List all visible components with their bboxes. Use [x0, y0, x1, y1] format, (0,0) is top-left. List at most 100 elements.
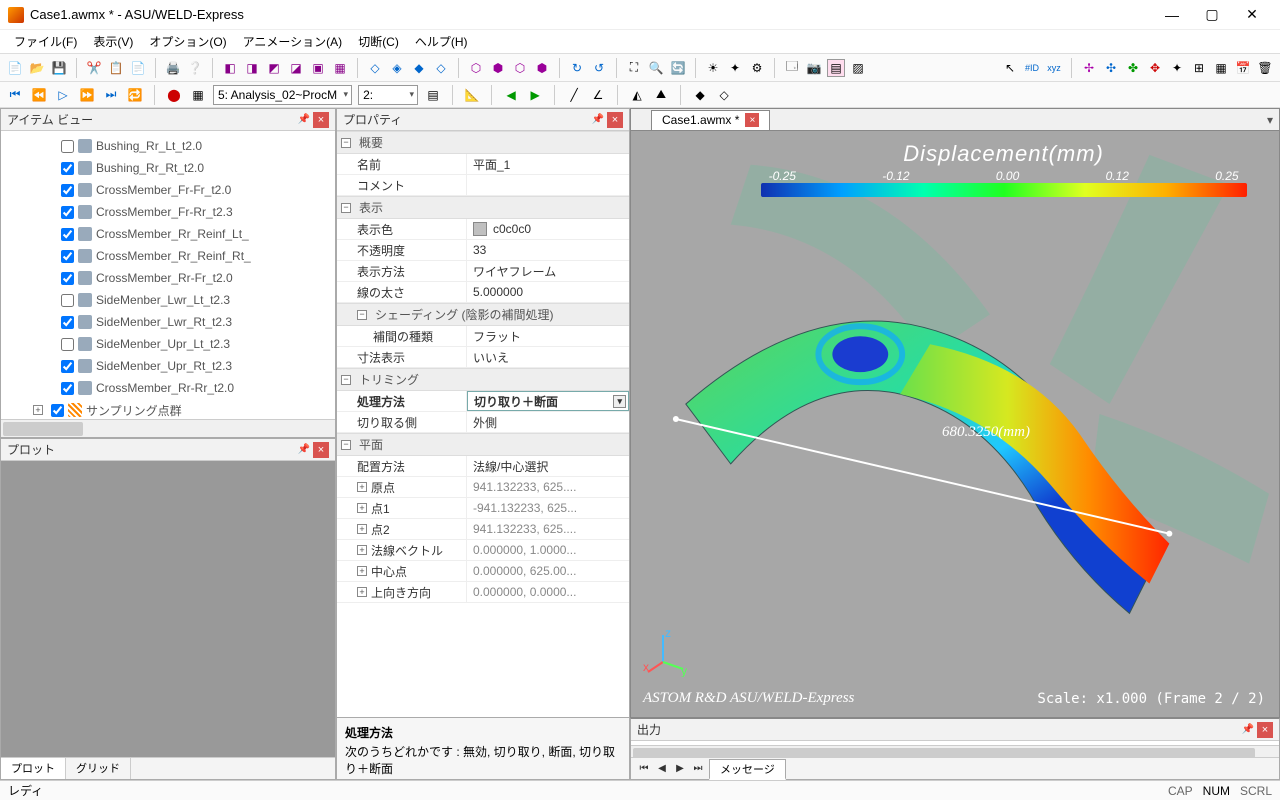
save-icon[interactable]: 💾 — [50, 59, 68, 77]
copy-icon[interactable]: 📋 — [107, 59, 125, 77]
last-msg-icon[interactable]: ⏭ — [691, 763, 705, 774]
cube2-icon[interactable]: ◨ — [243, 59, 261, 77]
cube4-icon[interactable]: ◪ — [287, 59, 305, 77]
pin-icon[interactable]: 📌 — [1241, 723, 1255, 737]
output-body[interactable] — [631, 741, 1279, 757]
tree-checkbox[interactable] — [61, 184, 74, 197]
analysis-select[interactable]: 5: Analysis_02~ProcM — [213, 85, 352, 105]
section-trimming[interactable]: トリミング — [359, 371, 419, 388]
measure-a-icon[interactable]: 📐 — [463, 86, 481, 104]
open-icon[interactable]: 📂 — [28, 59, 46, 77]
prop-procmethod-val[interactable]: 切り取り＋断面▾ — [467, 391, 629, 411]
zoom-icon[interactable]: 🔍 — [647, 59, 665, 77]
first-msg-icon[interactable]: ⏮ — [637, 763, 651, 774]
tree-item[interactable]: Bushing_Rr_Rt_t2.0 — [3, 157, 333, 179]
prop-p1-val[interactable]: -941.132233, 625... — [467, 498, 629, 518]
prop-intkind-val[interactable]: フラット — [467, 326, 629, 346]
prop-dimshow-val[interactable]: いいえ — [467, 347, 629, 367]
tree-item[interactable]: CrossMember_Rr-Rr_t2.0 — [3, 377, 333, 399]
tool-a-icon[interactable]: ☀ — [704, 59, 722, 77]
tree-item[interactable]: CrossMember_Rr-Fr_t2.0 — [3, 267, 333, 289]
close-doc-icon[interactable]: × — [745, 113, 759, 127]
section-plane[interactable]: 平面 — [359, 436, 383, 453]
wire7-icon[interactable]: ⬡ — [511, 59, 529, 77]
tree-checkbox[interactable] — [61, 250, 74, 263]
camera-icon[interactable]: 📷 — [805, 59, 823, 77]
prop-name-val[interactable]: 平面_1 — [467, 154, 629, 174]
node4-icon[interactable]: ✥ — [1146, 59, 1164, 77]
prev-msg-icon[interactable]: ◀ — [655, 763, 669, 774]
tree-checkbox[interactable] — [61, 272, 74, 285]
tree-checkbox[interactable] — [61, 162, 74, 175]
minimize-button[interactable]: — — [1152, 1, 1192, 29]
chevron-down-icon[interactable]: ▾ — [613, 395, 626, 408]
capture-icon[interactable]: 🗔 — [783, 59, 801, 77]
line-tool-icon[interactable]: ╱ — [565, 86, 583, 104]
section-overview[interactable]: 概要 — [359, 134, 383, 151]
node2-icon[interactable]: ✣ — [1102, 59, 1120, 77]
mountain2-icon[interactable]: ⛰ — [652, 86, 670, 104]
menu-cut[interactable]: 切断(C) — [352, 31, 405, 52]
close-panel-icon[interactable]: × — [607, 112, 623, 128]
extra1-icon[interactable]: ◆ — [691, 86, 709, 104]
tree-checkbox[interactable] — [61, 382, 74, 395]
wire5-icon[interactable]: ⬡ — [467, 59, 485, 77]
wire4-icon[interactable]: ◇ — [432, 59, 450, 77]
nav-left-icon[interactable]: ◀ — [502, 86, 520, 104]
tool-b-icon[interactable]: ✦ — [726, 59, 744, 77]
tree-item[interactable]: SideMenber_Upr_Rt_t2.3 — [3, 355, 333, 377]
wire3-icon[interactable]: ◆ — [410, 59, 428, 77]
extra2-icon[interactable]: ◇ — [715, 86, 733, 104]
undo-icon[interactable]: ↺ — [590, 59, 608, 77]
maximize-button[interactable]: ▢ — [1192, 1, 1232, 29]
paste-icon[interactable]: 📄 — [129, 59, 147, 77]
play-icon[interactable]: ▷ — [54, 86, 72, 104]
tree-checkbox[interactable] — [61, 228, 74, 241]
frames-icon[interactable]: ▦ — [189, 86, 207, 104]
xyz-icon[interactable]: xyz — [1045, 59, 1063, 77]
prop-origin-val[interactable]: 941.132233, 625.... — [467, 477, 629, 497]
section-shading[interactable]: シェーディング (陰影の補間処理) — [375, 306, 554, 323]
prop-color-val[interactable]: c0c0c0 — [467, 219, 629, 239]
prop-linew-val[interactable]: 5.000000 — [467, 282, 629, 302]
calendar-icon[interactable]: 📅 — [1234, 59, 1252, 77]
viewport-3d[interactable]: Case1.awmx * × ▾ — [630, 108, 1280, 718]
cube3-icon[interactable]: ◩ — [265, 59, 283, 77]
node5-icon[interactable]: ✦ — [1168, 59, 1186, 77]
step-select[interactable]: 2: — [358, 85, 418, 105]
next-frame-icon[interactable]: ⏩ — [78, 86, 96, 104]
pin-icon[interactable]: 📌 — [297, 443, 311, 457]
pin-icon[interactable]: 📌 — [591, 113, 605, 127]
tree-item[interactable]: SideMenber_Lwr_Rt_t2.3 — [3, 311, 333, 333]
tab-plot[interactable]: プロット — [1, 757, 66, 779]
prop-normal-val[interactable]: 0.000000, 1.0000... — [467, 540, 629, 560]
mountain1-icon[interactable]: ◭ — [628, 86, 646, 104]
tree-item-sampling[interactable]: +サンプリング点群 — [3, 399, 333, 419]
tree-checkbox[interactable] — [61, 338, 74, 351]
prop-layout-val[interactable]: 法線/中心選択 — [467, 456, 629, 476]
print-icon[interactable]: 🖨️ — [164, 59, 182, 77]
tree-item[interactable]: SideMenber_Lwr_Lt_t2.3 — [3, 289, 333, 311]
cut-icon[interactable]: ✂️ — [85, 59, 103, 77]
prop-dispmode-val[interactable]: ワイヤフレーム — [467, 261, 629, 281]
tab-menu-icon[interactable]: ▾ — [1261, 113, 1279, 127]
next-msg-icon[interactable]: ▶ — [673, 763, 687, 774]
close-panel-icon[interactable]: × — [313, 112, 329, 128]
prop-p2-val[interactable]: 941.132233, 625.... — [467, 519, 629, 539]
tree-hscroll[interactable] — [1, 419, 335, 437]
legend-icon[interactable]: ▤ — [827, 59, 845, 77]
bin-icon[interactable]: 🗑 — [1256, 59, 1274, 77]
cube1-icon[interactable]: ◧ — [221, 59, 239, 77]
wire1-icon[interactable]: ◇ — [366, 59, 384, 77]
close-panel-icon[interactable]: × — [1257, 722, 1273, 738]
tree-checkbox[interactable] — [61, 294, 74, 307]
tree-item[interactable]: CrossMember_Fr-Rr_t2.3 — [3, 201, 333, 223]
help-icon[interactable]: ❔ — [186, 59, 204, 77]
close-button[interactable]: ✕ — [1232, 1, 1272, 29]
redo-icon[interactable]: ↻ — [568, 59, 586, 77]
tree-item[interactable]: CrossMember_Fr-Fr_t2.0 — [3, 179, 333, 201]
fit-icon[interactable]: ⛶ — [625, 59, 643, 77]
document-tab[interactable]: Case1.awmx * × — [651, 110, 770, 131]
menu-animation[interactable]: アニメーション(A) — [237, 31, 349, 52]
plot-canvas[interactable] — [1, 461, 335, 757]
